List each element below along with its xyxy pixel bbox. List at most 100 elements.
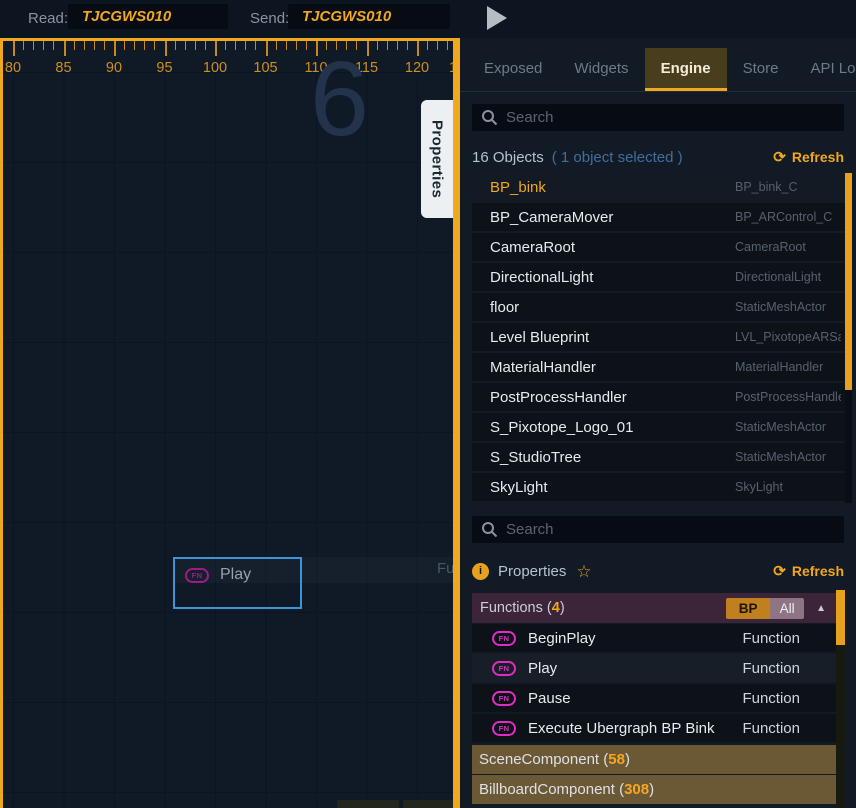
object-name: floor [490, 299, 519, 316]
ruler-tick [94, 41, 95, 50]
refresh-objects-button[interactable]: ⟳ Refresh [773, 148, 844, 166]
ruler-tick [447, 41, 448, 50]
refresh-icon: ⟳ [773, 562, 786, 580]
bottom-stub [337, 800, 399, 808]
scrollbar-thumb[interactable] [845, 173, 852, 390]
functions-section-label: Functions (4) [480, 600, 565, 616]
ruler-tick [124, 41, 125, 50]
object-name: Level Blueprint [490, 329, 589, 346]
objects-search [472, 104, 844, 131]
ruler-tick [417, 41, 419, 56]
refresh-properties-button[interactable]: ⟳ Refresh [773, 562, 844, 580]
panel-divider[interactable] [453, 38, 460, 808]
object-row[interactable]: BP_bink BP_bink_C [472, 173, 845, 201]
ruler-tick [33, 41, 34, 50]
tab[interactable]: Engine [645, 48, 727, 91]
object-row[interactable]: Level Blueprint LVL_PixotopeARSample.. [472, 323, 845, 351]
component-name: BillboardComponent [479, 781, 615, 798]
object-row[interactable]: DirectionalLight DirectionalLight [472, 263, 845, 291]
component-section-header[interactable]: SceneComponent (58) [472, 745, 836, 774]
functions-list: FN BeginPlay Function FN Play Function F… [472, 624, 836, 744]
object-row[interactable]: S_StudioTree StaticMeshActor [472, 443, 845, 471]
play-widget-content: FN Play [185, 566, 300, 584]
favorite-star-icon[interactable]: ☆ [576, 563, 591, 580]
ruler-tick [276, 41, 277, 50]
ruler-tick [64, 41, 66, 56]
ruler-tick [104, 41, 105, 50]
component-section-header[interactable]: BillboardComponent (308) [472, 775, 836, 804]
tab[interactable]: Store [727, 48, 795, 91]
object-row[interactable]: SkyLight SkyLight [472, 473, 845, 501]
ruler-tick [427, 41, 428, 50]
read-input[interactable] [68, 4, 228, 29]
bottom-stub [403, 800, 453, 808]
tab[interactable]: API Log [794, 48, 856, 91]
ruler-tick [165, 41, 167, 56]
collapse-arrow-icon[interactable]: ▲ [816, 603, 826, 614]
function-row[interactable]: FN BeginPlay Function [472, 624, 836, 652]
properties-side-tab-label: Properties [429, 120, 446, 198]
ruler-label: 90 [106, 60, 122, 76]
app-root: Read: Send: 1 80859095100105110115120 6 … [0, 0, 856, 808]
properties-title: Properties [498, 563, 566, 580]
properties-search-input[interactable] [506, 521, 844, 538]
function-name: Pause [528, 690, 571, 707]
object-row[interactable]: CameraRoot CameraRoot [472, 233, 845, 261]
ruler-label: 100 [203, 60, 227, 76]
object-class: BP_ARControl_C [735, 210, 841, 224]
tab[interactable]: Widgets [558, 48, 644, 91]
tab-bar: Exposed Widgets Engine Store API Log [460, 48, 856, 92]
object-row[interactable]: floor StaticMeshActor [472, 293, 845, 321]
ruler-label: 80 [5, 60, 21, 76]
properties-scrollbar[interactable] [836, 590, 845, 808]
fn-icon: FN [492, 631, 516, 646]
function-type: Function [742, 630, 800, 647]
play-widget-label: Play [220, 566, 251, 584]
refresh-label: Refresh [792, 563, 844, 579]
send-label: Send: [250, 10, 289, 27]
object-row[interactable]: S_Pixotope_Logo_01 StaticMeshActor [472, 413, 845, 441]
objects-scrollbar[interactable] [845, 173, 852, 503]
all-filter-button[interactable]: All [770, 598, 804, 619]
objects-header: 16 Objects ( 1 object selected ) ⟳ Refre… [472, 144, 844, 170]
function-row[interactable]: FN Pause Function [472, 684, 836, 712]
fn-icon: FN [185, 568, 209, 583]
info-icon[interactable]: i [472, 563, 489, 580]
play-function-widget[interactable]: FN Play [173, 557, 302, 609]
ruler-tick [397, 41, 398, 50]
properties-header: i Properties ☆ ⟳ Refresh [472, 556, 844, 586]
properties-side-tab[interactable]: Properties [421, 100, 453, 218]
objects-count: 16 Objects [472, 149, 544, 166]
ruler-tick [286, 41, 287, 50]
component-count: 308 [624, 781, 649, 798]
function-row[interactable]: FN Execute Ubergraph BP Bink Function [472, 714, 836, 742]
canvas-selection-border [0, 38, 3, 808]
send-input[interactable] [288, 4, 450, 29]
object-name: BP_bink [490, 179, 546, 196]
object-row[interactable]: PostProcessHandler PostProcessHandler [472, 383, 845, 411]
object-name: MaterialHandler [490, 359, 596, 376]
scrollbar-thumb[interactable] [836, 590, 845, 645]
bp-filter-button[interactable]: BP [726, 598, 770, 619]
tab[interactable]: Exposed [468, 48, 558, 91]
ruler-label: 85 [55, 60, 71, 76]
objects-search-input[interactable] [506, 109, 844, 126]
play-button[interactable] [487, 6, 507, 30]
ruler-tick [215, 41, 217, 56]
ruler-tick [84, 41, 85, 50]
ruler-tick [235, 41, 236, 50]
ruler-tick [205, 41, 206, 50]
ruler-tick [377, 41, 378, 50]
refresh-label: Refresh [792, 149, 844, 165]
object-class: CameraRoot [735, 240, 841, 254]
component-sections: SceneComponent (58) BillboardComponent (… [472, 745, 836, 805]
object-row[interactable]: BP_CameraMover BP_ARControl_C [472, 203, 845, 231]
object-class: MaterialHandler [735, 360, 841, 374]
component-count: 58 [608, 751, 625, 768]
ruler-tick [225, 41, 226, 50]
object-row[interactable]: MaterialHandler MaterialHandler [472, 353, 845, 381]
functions-section-header[interactable]: Functions (4) BP All ▲ [472, 593, 836, 623]
ruler-tick [437, 41, 438, 50]
function-row[interactable]: FN Play Function [472, 654, 836, 682]
ruler-tick [185, 41, 186, 50]
